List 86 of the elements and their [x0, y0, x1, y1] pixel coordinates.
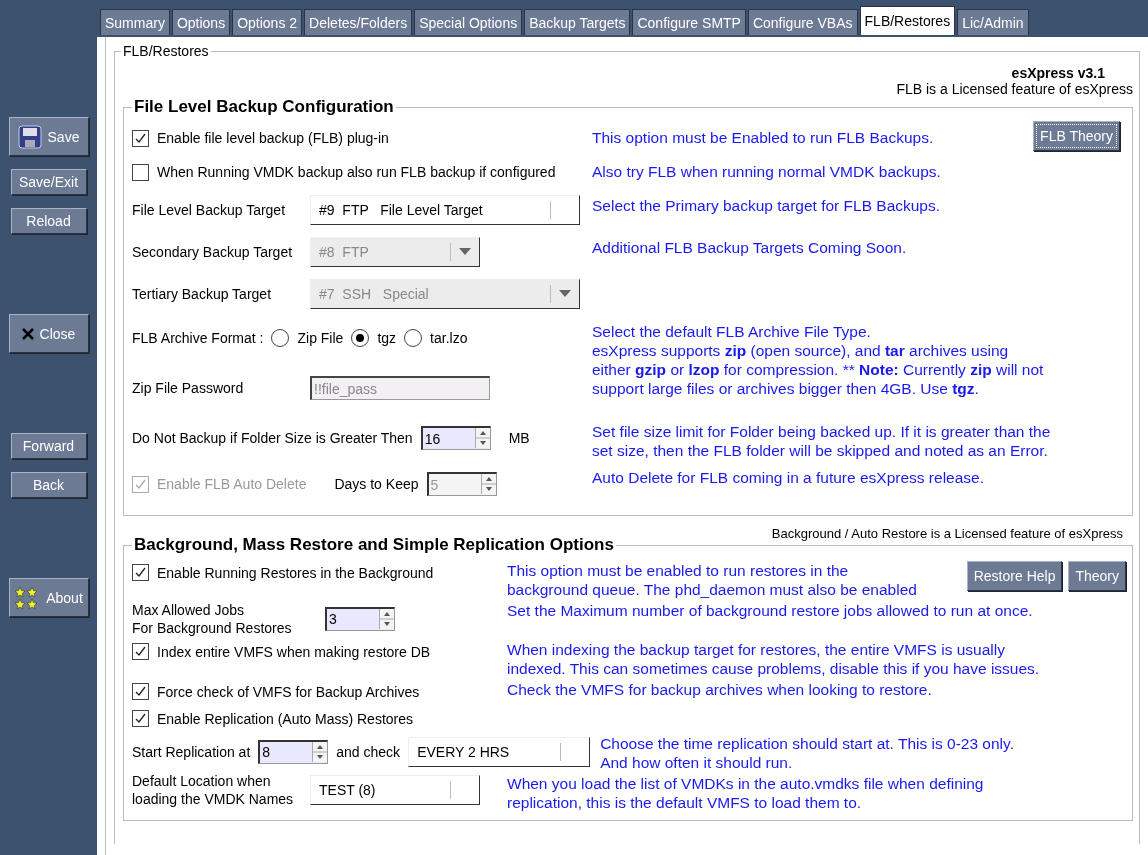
tab[interactable]: FLB/Restores [859, 6, 956, 35]
field-label: Zip File Password [132, 379, 245, 397]
check-icon [135, 567, 146, 578]
check-icon [135, 713, 146, 724]
spin-field[interactable]: 8 [258, 739, 329, 764]
help-button[interactable]: Restore Help [966, 561, 1063, 591]
checkbox-label: Enable file level backup (FLB) plug-in [157, 129, 389, 147]
check-icon [135, 646, 146, 657]
tab[interactable]: Configure SMTP [632, 9, 746, 35]
close-button[interactable]: Close [8, 314, 89, 353]
help-text: Also try FLB when running normal VMDK backups. [592, 162, 941, 181]
spinner-arrows-icon [474, 428, 490, 448]
sidebar-button[interactable]: Save/Exit [10, 169, 87, 195]
check-icon [135, 478, 146, 490]
field-label: and check [336, 742, 401, 761]
section-title: File Level Backup Configuration [133, 97, 395, 117]
checkbox-label: Enable FLB Auto Delete [157, 475, 307, 493]
tab[interactable]: Options [171, 9, 231, 35]
dropdown[interactable]: TEST (8) [310, 775, 480, 805]
help-text: Additional FLB Backup Targets Coming Soon. [592, 238, 907, 257]
tab[interactable]: Special Options [414, 9, 523, 35]
checkbox-label: When Running VMDK backup also run FLB backup if configured [157, 163, 556, 181]
checkbox[interactable] [132, 564, 149, 581]
checkbox-label: Enable Running Restores in the Background [157, 563, 434, 582]
help-text: Set file size limit for Folder being backed up. If it is greater than the set size, then the FLB folder will be skipped and noted as an Error. [592, 422, 1051, 460]
spinner-arrows-icon [379, 608, 394, 629]
help-text: Auto Delete for FLB coming in a future esXpress release. [592, 468, 984, 487]
help-text: Select the Primary backup target for FLB Backups. [592, 196, 941, 215]
spin-field[interactable]: 16 [420, 426, 491, 450]
checkbox-label: Enable Replication (Auto Mass) Restores [157, 709, 413, 728]
about-button[interactable]: About [8, 578, 89, 617]
checkbox-label: Index entire VMFS when making restore DB [157, 642, 431, 661]
field-label: Start Replication at [132, 742, 251, 761]
sidebar-button[interactable]: Forward [10, 433, 87, 459]
tab[interactable]: Options 2 [232, 9, 303, 35]
field-label: Do Not Backup if Folder Size is Greater Then [132, 429, 413, 447]
help-text: This option must be enabled to run restores in the background queue. The phd_daemon must also be enabled [507, 561, 917, 599]
radio-label: Zip File [297, 329, 344, 347]
spin-field[interactable]: 3 [325, 606, 395, 631]
checkbox[interactable] [132, 643, 149, 660]
tab[interactable]: Configure VBAs [747, 9, 858, 35]
tab[interactable]: Lic/Admin [957, 9, 1029, 35]
save-button[interactable]: Save [8, 117, 89, 156]
check-icon [135, 686, 146, 697]
help-text: When indexing the backup target for restores, the entire VMFS is usually indexed. This can sometimes cause problems, disable this if you have issues. [507, 640, 1040, 678]
sidebar-button[interactable]: Back [10, 472, 87, 498]
field-label: Days to Keep [334, 475, 419, 493]
license-note: FLB is a Licensed feature of esXpress [896, 81, 1133, 97]
help-text: This option must be Enabled to run FLB Backups. [592, 128, 934, 147]
unit-label: MB [508, 429, 530, 447]
spinner-arrows-icon [480, 474, 496, 494]
dropdown[interactable]: #9 FTP File Level Target [310, 195, 580, 225]
caret-icon [559, 290, 571, 298]
tab[interactable]: Deletes/Folders [304, 9, 413, 35]
field-label: Tertiary Backup Target [132, 285, 273, 303]
checkbox[interactable] [132, 129, 149, 147]
field-label: FLB Archive Format : [132, 329, 264, 347]
help-text: Check the VMFS for backup archives when looking to restore. [507, 680, 932, 699]
sidebar-button[interactable]: Reload [10, 208, 87, 234]
license-note: Background / Auto Restore is a Licensed feature of esXpress [770, 526, 1124, 541]
theory-button[interactable]: FLB Theory [1033, 121, 1120, 151]
radio-label: tar.lzo [430, 329, 468, 347]
spinner-arrows-icon [312, 741, 328, 762]
frame-title: FLB/Restores [122, 43, 210, 59]
version-text: esXpress v3.1 [1011, 65, 1106, 81]
caret-icon [459, 248, 471, 256]
section-title: Background, Mass Restore and Simple Replication Options [133, 535, 615, 555]
checkbox[interactable] [132, 710, 149, 727]
field-label: Default Location when loading the VMDK Names [132, 772, 295, 808]
dropdown[interactable]: EVERY 2 HRS [408, 736, 591, 767]
checkbox[interactable] [132, 163, 149, 181]
check-icon [135, 132, 146, 144]
checkbox[interactable] [132, 683, 149, 700]
radio-label: tgz [377, 329, 397, 347]
help-text: When you load the list of VMDKs in the auto.vmdks file when defining replication, this is the default VMFS to load them to. [507, 774, 984, 812]
tab[interactable]: Summary [100, 9, 170, 35]
help-text: Set the Maximum number of background restore jobs allowed to run at once. [507, 601, 1033, 620]
field-label: Secondary Backup Target [132, 243, 294, 261]
close-icon [21, 327, 34, 340]
field-label: Max Allowed Jobs For Background Restores [132, 600, 293, 637]
tab[interactable]: Backup Targets [524, 9, 631, 35]
help-text: Select the default FLB Archive File Type. esXpress supports zip (open source), and tar archives using either gzip or lzop for compression. **Note: Currently zip will not support large files or archives bigger then 4GB. Use tgz. [592, 322, 1044, 398]
help-button[interactable]: Theory [1068, 561, 1126, 591]
field-label: File Level Backup Target [132, 201, 287, 219]
checkbox-label: Force check of VMFS for Backup Archives [157, 682, 420, 701]
help-text: Choose the time replication should start at. This is 0-23 only. And how often it should run. [600, 734, 1014, 772]
